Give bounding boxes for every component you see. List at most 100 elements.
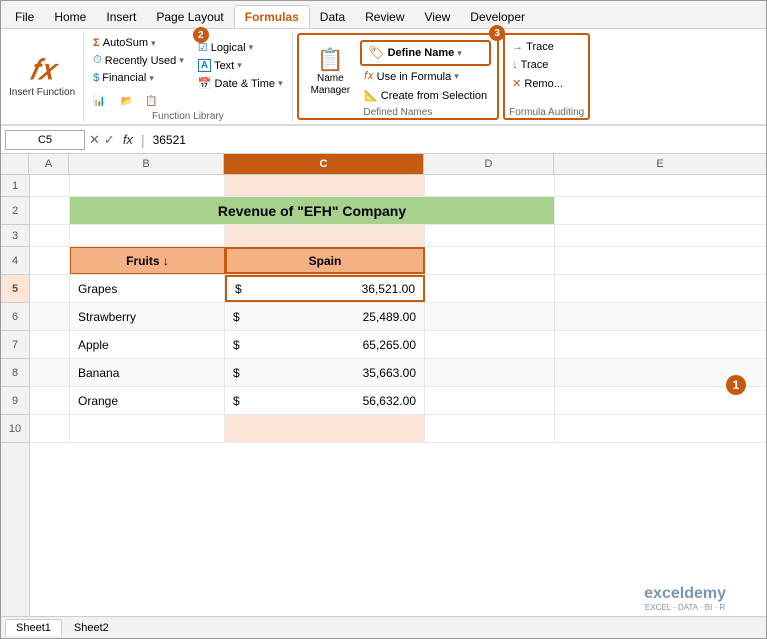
col-header-d[interactable]: D <box>424 154 554 174</box>
cell-d5[interactable] <box>425 275 555 302</box>
cell-b7[interactable]: Apple <box>70 331 225 358</box>
row-header-3[interactable]: 3 <box>1 225 29 247</box>
row-header-9[interactable]: 9 <box>1 387 29 415</box>
cell-b9[interactable]: Orange <box>70 387 225 414</box>
strawberry-value: 25,489.00 <box>240 310 416 324</box>
cell-e10[interactable] <box>555 415 766 442</box>
cell-c6[interactable]: $ 25,489.00 <box>225 303 425 330</box>
apple-text: Apple <box>78 338 109 352</box>
col-header-c[interactable]: C <box>224 154 424 174</box>
col-header-e[interactable]: E <box>554 154 766 174</box>
cell-c8[interactable]: $ 35,663.00 <box>225 359 425 386</box>
cell-a9[interactable] <box>30 387 70 414</box>
defined-names-group: 3 📋 NameManager 🏷 Define Name ▾ <box>297 33 500 120</box>
name-box[interactable]: C5 <box>5 130 85 150</box>
cell-e6[interactable] <box>555 303 766 330</box>
cell-a1[interactable] <box>30 175 70 196</box>
dollar-c6: $ <box>233 310 240 324</box>
orange-text: Orange <box>78 394 118 408</box>
trace-precedents-button[interactable]: → Trace <box>509 39 584 55</box>
name-manager-button[interactable]: 📋 NameManager <box>305 39 356 105</box>
cell-a7[interactable] <box>30 331 70 358</box>
row-10 <box>30 415 766 443</box>
col-header-b[interactable]: B <box>69 154 224 174</box>
confirm-icon[interactable]: ✓ <box>104 132 115 148</box>
cell-b8[interactable]: Banana <box>70 359 225 386</box>
cell-c5-selected[interactable]: $ 36,521.00 <box>225 275 425 302</box>
cell-c3[interactable] <box>225 225 425 246</box>
cell-d7[interactable] <box>425 331 555 358</box>
cell-e3[interactable] <box>555 225 766 246</box>
check-icon[interactable]: ✕ <box>89 132 100 148</box>
tab-review[interactable]: Review <box>355 6 414 28</box>
function-lib-extra[interactable]: 📋 <box>140 94 162 109</box>
cell-b10[interactable] <box>70 415 225 442</box>
tab-home[interactable]: Home <box>44 6 96 28</box>
row-header-5[interactable]: 5 <box>1 275 29 303</box>
cell-d1[interactable] <box>425 175 555 196</box>
create-from-selection-button[interactable]: 📐 Create from Selection <box>360 87 491 104</box>
text-button[interactable]: A Text ▾ <box>193 57 288 74</box>
formula-input[interactable]: 36521 <box>149 133 762 147</box>
more-functions-button[interactable]: 📂 <box>116 94 138 109</box>
tab-page-layout[interactable]: Page Layout <box>146 6 233 28</box>
use-formula-label: Use in Formula <box>377 71 452 83</box>
cell-c1[interactable] <box>225 175 425 196</box>
cell-d3[interactable] <box>425 225 555 246</box>
use-in-formula-button[interactable]: 𝑓𝑥 Use in Formula ▾ <box>360 68 491 85</box>
tab-formulas[interactable]: Formulas <box>234 5 310 28</box>
row-header-1[interactable]: 1 <box>1 175 29 197</box>
tab-view[interactable]: View <box>415 6 461 28</box>
row-header-10[interactable]: 10 <box>1 415 29 443</box>
cell-a3[interactable] <box>30 225 70 246</box>
cell-d10[interactable] <box>425 415 555 442</box>
fruits-header[interactable]: Fruits ↓ <box>70 247 225 274</box>
cell-a5[interactable] <box>30 275 70 302</box>
financial-button[interactable]: $ Financial ▾ <box>88 70 189 86</box>
cell-d9[interactable] <box>425 387 555 414</box>
sheet-tab-2[interactable]: Sheet2 <box>64 620 119 636</box>
insert-function-group[interactable]: 𝑓𝑥 Insert Function <box>1 31 84 122</box>
cell-d6[interactable] <box>425 303 555 330</box>
tab-insert[interactable]: Insert <box>96 6 146 28</box>
cell-d8[interactable] <box>425 359 555 386</box>
row-header-7[interactable]: 7 <box>1 331 29 359</box>
cell-a6[interactable] <box>30 303 70 330</box>
cell-c10[interactable] <box>225 415 425 442</box>
autosum-button[interactable]: Σ AutoSum ▾ <box>88 35 189 51</box>
cell-c9[interactable]: $ 56,632.00 <box>225 387 425 414</box>
cell-a2[interactable] <box>30 197 70 224</box>
cell-e7[interactable] <box>555 331 766 358</box>
row-header-2[interactable]: 2 <box>1 197 29 225</box>
row-header-8[interactable]: 8 <box>1 359 29 387</box>
cell-a10[interactable] <box>30 415 70 442</box>
row-header-6[interactable]: 6 <box>1 303 29 331</box>
cell-c7[interactable]: $ 65,265.00 <box>225 331 425 358</box>
cell-e5[interactable] <box>555 275 766 302</box>
tab-data[interactable]: Data <box>310 6 355 28</box>
trace-dependents-button[interactable]: ↓ Trace <box>509 57 584 73</box>
cell-d4[interactable] <box>425 247 555 274</box>
logical-button[interactable]: ☑ Logical ▾ <box>193 39 288 56</box>
title-cell[interactable]: Revenue of "EFH" Company <box>70 197 555 224</box>
tab-file[interactable]: File <box>5 6 44 28</box>
cell-b6[interactable]: Strawberry <box>70 303 225 330</box>
cell-e1[interactable] <box>555 175 766 196</box>
recently-used-button[interactable]: ⏱ Recently Used ▾ <box>88 52 189 69</box>
cell-e4[interactable] <box>555 247 766 274</box>
cell-b3[interactable] <box>70 225 225 246</box>
col-header-a[interactable]: A <box>29 154 69 174</box>
math-trig-button[interactable]: 📊 <box>88 94 113 109</box>
text-icon: A <box>198 59 211 72</box>
sheet-tab-1[interactable]: Sheet1 <box>5 619 62 636</box>
cell-a8[interactable] <box>30 359 70 386</box>
cell-b1[interactable] <box>70 175 225 196</box>
cell-b5[interactable]: Grapes <box>70 275 225 302</box>
row-header-4[interactable]: 4 <box>1 247 29 275</box>
cell-e2[interactable] <box>555 197 766 224</box>
define-name-button[interactable]: 🏷 Define Name ▾ <box>360 40 491 66</box>
date-time-button[interactable]: 📅 Date & Time ▾ <box>193 75 288 92</box>
cell-a4[interactable] <box>30 247 70 274</box>
spain-header[interactable]: Spain <box>225 247 425 274</box>
remove-arrows-button[interactable]: ✕ Remo... <box>509 75 584 92</box>
